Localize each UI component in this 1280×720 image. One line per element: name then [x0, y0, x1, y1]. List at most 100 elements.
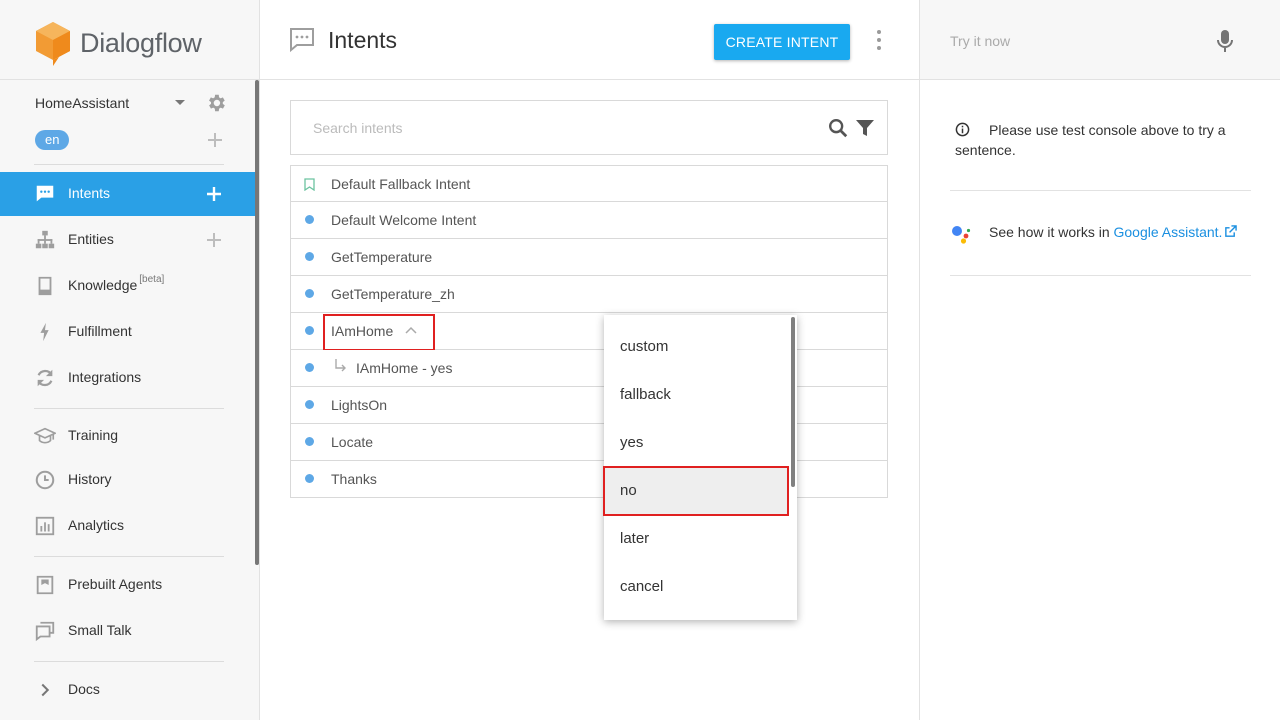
- nav-label-text: Knowledge: [68, 277, 138, 293]
- create-intent-button[interactable]: CREATE INTENT: [714, 24, 850, 60]
- divider: [0, 79, 260, 80]
- intent-row[interactable]: Default Welcome Intent: [290, 202, 888, 239]
- nav-item-entities[interactable]: Entities: [0, 218, 255, 262]
- add-entity-icon[interactable]: [204, 230, 224, 250]
- divider: [950, 275, 1251, 276]
- intent-row[interactable]: IAmHome - yes: [290, 350, 888, 387]
- intent-name: GetTemperature: [331, 249, 433, 265]
- intent-row[interactable]: Default Fallback Intent: [290, 165, 888, 202]
- try-it-now-input[interactable]: [950, 31, 1200, 51]
- nav-label: History: [68, 471, 112, 487]
- intent-dot: [305, 326, 314, 335]
- intent-name: Locate: [331, 434, 374, 450]
- divider: [950, 190, 1251, 191]
- add-intent-icon[interactable]: [204, 184, 224, 204]
- chevron-right-icon: [41, 683, 50, 697]
- agent-selector[interactable]: HomeAssistant: [35, 92, 230, 114]
- intent-name: Default Fallback Intent: [331, 176, 471, 192]
- book-icon: [38, 276, 52, 296]
- nav-item-training[interactable]: Training: [0, 414, 255, 458]
- search-bar: [290, 100, 888, 155]
- nav-label: Entities: [68, 231, 114, 247]
- nav-item-prebuilt-agents[interactable]: Prebuilt Agents: [0, 563, 255, 607]
- menu-scrollbar[interactable]: [791, 317, 795, 487]
- menu-item-cancel[interactable]: cancel: [604, 563, 789, 611]
- google-assistant-link[interactable]: Google Assistant.: [1114, 224, 1223, 240]
- intent-row[interactable]: Thanks: [290, 461, 888, 498]
- test-console-header: [920, 0, 1280, 80]
- external-link-icon[interactable]: [1224, 225, 1238, 238]
- divider: [34, 661, 224, 662]
- intent-dot: [305, 437, 314, 446]
- nav-item-analytics[interactable]: Analytics: [0, 504, 255, 548]
- menu-item-later[interactable]: later: [604, 515, 789, 563]
- nav-label: Analytics: [68, 517, 125, 533]
- nav-item-intents[interactable]: Intents: [0, 172, 255, 216]
- info-icon: [955, 122, 970, 137]
- menu-item-yes[interactable]: yes: [604, 419, 789, 467]
- test-console-panel: Please use test console above to try a s…: [919, 0, 1280, 720]
- nav-item-fulfillment[interactable]: Fulfillment: [0, 310, 255, 354]
- filter-icon[interactable]: [855, 118, 875, 138]
- graduation-cap-icon: [34, 427, 56, 444]
- divider: [34, 556, 224, 557]
- intent-name: GetTemperature_zh: [331, 286, 455, 302]
- microphone-icon[interactable]: [1216, 29, 1234, 53]
- nav-item-small-talk[interactable]: Small Talk: [0, 609, 255, 653]
- intent-row[interactable]: GetTemperature: [290, 239, 888, 276]
- gear-icon[interactable]: [205, 92, 227, 114]
- intent-row[interactable]: GetTemperature_zh: [290, 276, 888, 313]
- intent-dot: [305, 363, 314, 372]
- followup-intent-menu: custom fallback yes no later cancel: [603, 315, 797, 620]
- language-chip[interactable]: en: [35, 130, 70, 150]
- beta-badge: [beta]: [139, 274, 165, 285]
- nav-item-history[interactable]: History: [0, 458, 255, 502]
- nav-label: Prebuilt Agents: [68, 576, 163, 592]
- intent-row[interactable]: Locate: [290, 424, 888, 461]
- ga-text: See how it works in Google Assistant.: [989, 224, 1238, 240]
- ga-prefix: See how it works in: [989, 224, 1114, 240]
- sitemap-icon: [35, 230, 55, 249]
- intent-name: IAmHome - yes: [356, 360, 453, 376]
- nav-label: Docs: [68, 681, 100, 697]
- menu-item-fallback[interactable]: fallback: [604, 371, 789, 419]
- nav-label: Training: [68, 427, 119, 443]
- nav-label: Fulfillment: [68, 323, 132, 339]
- add-language-icon[interactable]: [205, 130, 225, 150]
- highlight-box: [323, 314, 435, 351]
- dialogflow-logo[interactable]: Dialogflow: [34, 20, 202, 66]
- info-message: Please use test console above to try a s…: [955, 120, 1255, 160]
- info-text: Please use test console above to try a s…: [955, 122, 1226, 158]
- search-icon[interactable]: [827, 117, 849, 139]
- intent-name: Thanks: [331, 471, 377, 487]
- sync-icon: [37, 369, 53, 387]
- bar-chart-icon: [35, 516, 55, 536]
- chat-bubbles-icon: [35, 621, 55, 642]
- intent-list: Default Fallback Intent Default Welcome …: [290, 165, 888, 498]
- nav-item-knowledge[interactable]: Knowledge [beta]: [0, 264, 255, 308]
- sidebar-scrollbar[interactable]: [255, 80, 259, 565]
- intent-dot: [305, 215, 314, 224]
- intent-dot: [305, 400, 314, 409]
- nav-label: Knowledge [beta]: [68, 274, 165, 293]
- search-input[interactable]: [313, 118, 793, 138]
- page-title: Intents: [328, 27, 398, 53]
- nav-item-docs[interactable]: Docs: [0, 668, 255, 712]
- intent-name: Default Welcome Intent: [331, 212, 477, 228]
- caret-down-icon[interactable]: [175, 100, 185, 105]
- divider: [34, 408, 224, 409]
- intent-row[interactable]: LightsOn: [290, 387, 888, 424]
- nav-item-integrations[interactable]: Integrations: [0, 356, 255, 400]
- intent-row[interactable]: IAmHome: [290, 313, 888, 351]
- chat-icon: [290, 28, 314, 53]
- more-options-icon[interactable]: [872, 30, 886, 50]
- highlight-box: [603, 466, 789, 516]
- google-assistant-icon: [952, 226, 971, 244]
- intent-dot: [305, 252, 314, 261]
- agent-book-icon: [36, 575, 54, 595]
- agent-name: HomeAssistant: [35, 95, 130, 111]
- page-header: Intents CREATE INTENT: [260, 0, 920, 80]
- sidebar: Dialogflow HomeAssistant en Intents Enti…: [0, 0, 260, 720]
- nav-label: Intents: [68, 185, 111, 201]
- menu-item-custom[interactable]: custom: [604, 323, 789, 371]
